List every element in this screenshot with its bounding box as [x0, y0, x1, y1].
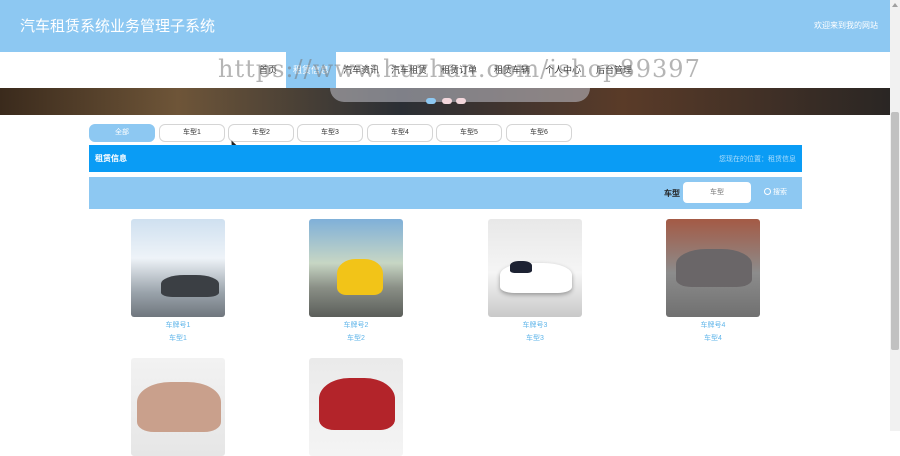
car-type: 车型2 [347, 335, 365, 342]
top-header: 汽车租赁系统业务管理子系统 欢迎来到我的网站 [0, 0, 890, 52]
car-plate[interactable]: 车牌号2 [309, 320, 403, 330]
section-title: 租赁信息 [95, 154, 127, 163]
car-image[interactable] [309, 219, 403, 317]
car-card[interactable]: 车牌号1 车型1 [131, 219, 227, 343]
car-plate[interactable]: 车牌号1 [131, 320, 225, 330]
car-image[interactable] [309, 358, 403, 456]
breadcrumb[interactable]: 您现在的位置：租赁信息 [719, 154, 796, 164]
tab-all[interactable]: 全部 [89, 124, 155, 142]
banner-carousel [0, 88, 890, 115]
type-search-input[interactable] [683, 182, 751, 203]
car-card[interactable]: 车牌号3 车型3 [488, 219, 584, 343]
type-tabs: 全部 车型1 车型2 车型3 车型4 车型5 车型6 [89, 124, 589, 142]
welcome-text: 欢迎来到我的网站 [814, 21, 878, 30]
filter-label: 车型 [664, 189, 680, 198]
car-plate[interactable]: 车牌号3 [488, 320, 582, 330]
car-type: 车型4 [704, 335, 722, 342]
tab-type-6[interactable]: 车型6 [506, 124, 572, 142]
car-card[interactable] [309, 358, 405, 456]
filter-bar: 车型 搜索 [89, 177, 802, 209]
tab-type-2[interactable]: 车型2 [228, 124, 294, 142]
tab-type-1[interactable]: 车型1 [159, 124, 225, 142]
search-icon [764, 188, 771, 195]
search-button-label: 搜索 [773, 189, 787, 196]
car-image[interactable] [666, 219, 760, 317]
car-card[interactable]: 车牌号4 车型4 [666, 219, 762, 343]
car-image[interactable] [131, 358, 225, 456]
car-type: 车型3 [526, 335, 544, 342]
site-title: 汽车租赁系统业务管理子系统 [20, 18, 216, 35]
car-image[interactable] [488, 219, 582, 317]
scrollbar-thumb[interactable] [891, 112, 899, 350]
car-type: 车型1 [169, 335, 187, 342]
carousel-dot-2[interactable] [442, 98, 452, 104]
carousel-dot-1[interactable] [426, 98, 436, 104]
page-scrollbar[interactable] [890, 0, 900, 431]
watermark-text: https://www.huzhan.com/ishop89397 [218, 55, 701, 83]
car-card[interactable] [131, 358, 227, 456]
car-image[interactable] [131, 219, 225, 317]
car-card[interactable]: 车牌号2 车型2 [309, 219, 405, 343]
carousel-dot-3[interactable] [456, 98, 466, 104]
search-button[interactable]: 搜索 [764, 187, 787, 197]
section-header: 租赁信息 您现在的位置：租赁信息 [89, 145, 802, 172]
tab-type-3[interactable]: 车型3 [297, 124, 363, 142]
scroll-up-icon[interactable] [892, 3, 898, 7]
tab-type-4[interactable]: 车型4 [367, 124, 433, 142]
tab-type-5[interactable]: 车型5 [436, 124, 502, 142]
car-plate[interactable]: 车牌号4 [666, 320, 760, 330]
